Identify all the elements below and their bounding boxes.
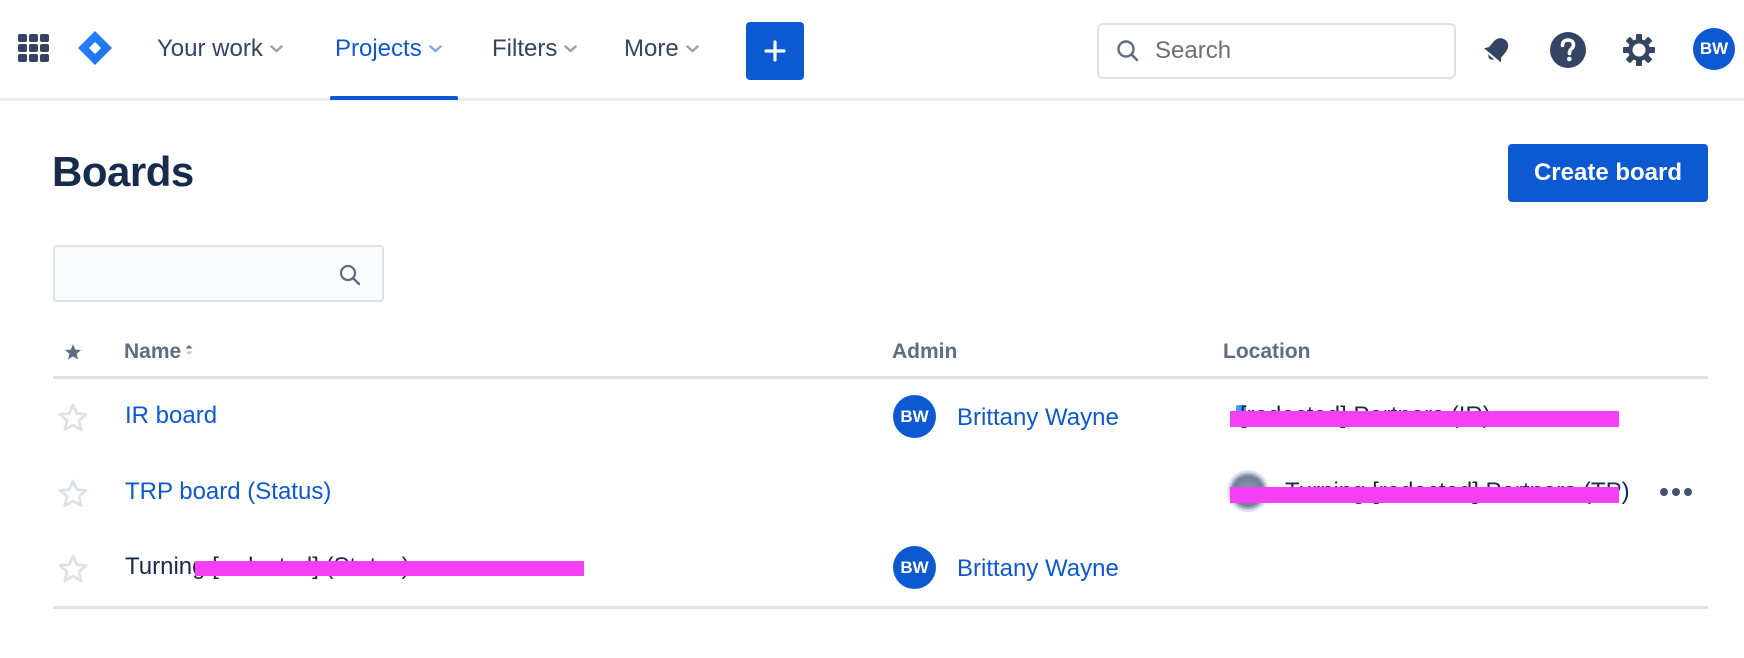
gear-icon	[1623, 34, 1655, 66]
plus-icon	[764, 40, 786, 62]
search-icon	[339, 264, 361, 286]
user-avatar[interactable]: BW	[1693, 28, 1735, 70]
nav-your-work[interactable]: Your work	[157, 32, 283, 66]
create-board-button[interactable]: Create board	[1508, 144, 1708, 202]
more-horizontal-icon	[1660, 488, 1668, 496]
admin-avatar: BW	[893, 546, 936, 589]
board-name-link[interactable]: IR board	[125, 402, 217, 430]
search-icon	[1117, 40, 1139, 62]
column-header-name[interactable]: Name	[124, 340, 194, 364]
header-divider	[53, 376, 1708, 379]
create-board-label: Create board	[1533, 159, 1683, 186]
app-switcher-grid-icon[interactable]	[18, 34, 49, 64]
redaction-bar	[195, 561, 584, 576]
star-filled-icon	[64, 344, 82, 360]
user-avatar-initials: BW	[1699, 39, 1729, 58]
top-navigation: Your work Projects Filters More Search B…	[0, 0, 1744, 100]
more-actions-button[interactable]	[1656, 480, 1696, 504]
nav-filters-label: Filters	[492, 35, 558, 62]
nav-more[interactable]: More	[624, 32, 699, 66]
nav-more-label: More	[624, 35, 679, 62]
global-search[interactable]	[1097, 23, 1456, 79]
table-bottom-divider	[53, 606, 1708, 609]
chevron-down-icon	[685, 45, 699, 53]
bell-icon	[1484, 38, 1509, 63]
column-header-location: Location	[1223, 340, 1311, 364]
nav-your-work-label: Your work	[157, 35, 263, 62]
settings-button[interactable]	[1617, 28, 1661, 72]
column-header-admin-label: Admin	[892, 340, 958, 363]
notifications-button[interactable]	[1475, 28, 1519, 72]
column-header-name-label: Name	[124, 340, 182, 363]
chevron-down-icon	[429, 45, 442, 53]
column-header-admin: Admin	[892, 340, 957, 364]
chevron-down-icon	[270, 45, 283, 53]
board-filter-input[interactable]	[67, 260, 337, 287]
chevron-down-icon	[564, 45, 578, 53]
admin-name-link[interactable]: Brittany Wayne	[957, 404, 1119, 432]
redaction-bar	[1230, 487, 1619, 503]
board-name-link[interactable]: TRP board (Status)	[125, 478, 331, 506]
help-button[interactable]	[1546, 28, 1590, 72]
page-title: Boards	[52, 148, 194, 195]
admin-avatar-initials: BW	[900, 557, 929, 577]
jira-logo-icon[interactable]	[78, 31, 112, 65]
nav-filters[interactable]: Filters	[492, 32, 578, 66]
admin-avatar-initials: BW	[900, 406, 929, 426]
nav-projects-label: Projects	[335, 35, 422, 62]
star-outline-icon[interactable]	[57, 553, 89, 585]
nav-projects[interactable]: Projects	[335, 32, 442, 66]
star-outline-icon[interactable]	[57, 402, 89, 434]
active-tab-indicator	[330, 96, 458, 100]
column-header-location-label: Location	[1223, 340, 1311, 363]
board-filter[interactable]	[53, 245, 384, 302]
star-outline-icon[interactable]	[57, 478, 89, 510]
help-icon	[1550, 32, 1586, 68]
sort-icon	[185, 345, 193, 355]
redaction-bar	[1230, 411, 1619, 427]
global-search-input[interactable]	[1155, 37, 1435, 65]
create-button[interactable]	[746, 22, 804, 80]
admin-avatar: BW	[893, 395, 936, 438]
admin-name-link[interactable]: Brittany Wayne	[957, 555, 1119, 583]
